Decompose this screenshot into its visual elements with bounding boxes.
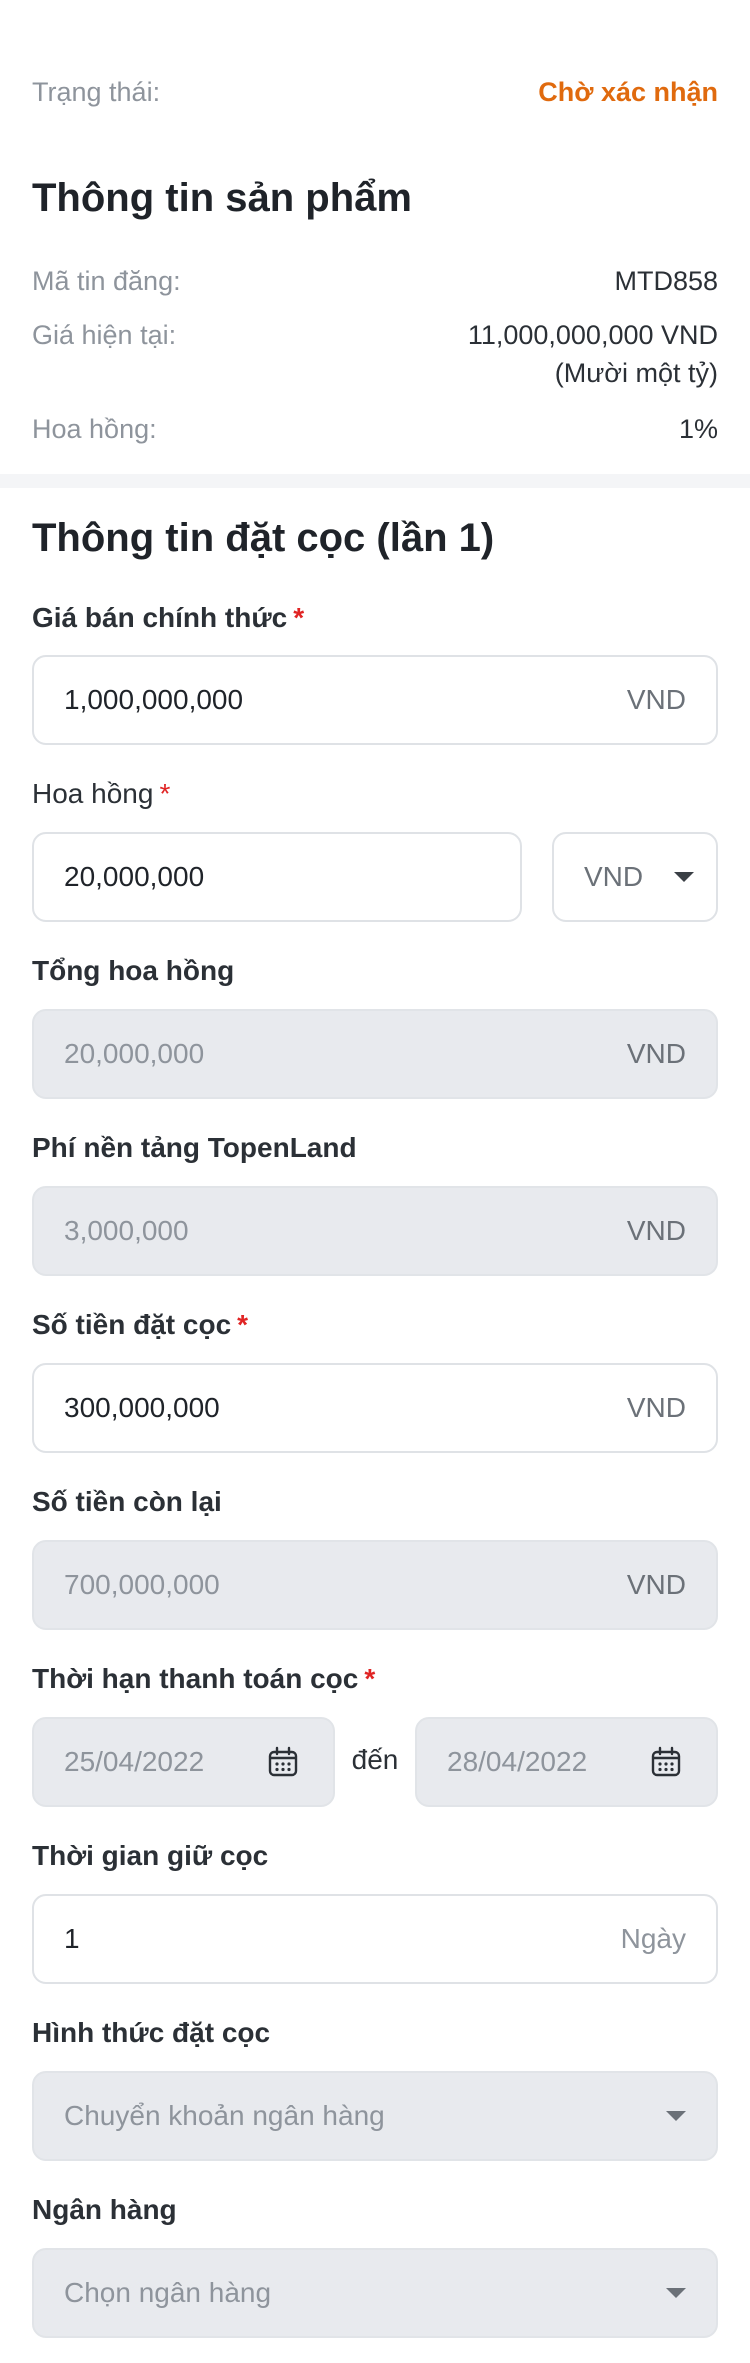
chevron-down-icon — [666, 2288, 686, 2298]
commission-input-value: 20,000,000 — [64, 861, 205, 892]
deposit-amount-unit: VND — [626, 1392, 686, 1423]
deadline-from-date[interactable]: 25/04/2022 — [32, 1717, 335, 1807]
total-commission-field: 20,000,000 VND — [32, 1009, 718, 1099]
commission-unit-value: VND — [584, 861, 644, 892]
chevron-down-icon — [674, 872, 694, 882]
chevron-down-icon — [666, 2111, 686, 2121]
total-commission-label: Tổng hoa hồng — [32, 955, 235, 986]
remaining-value: 700,000,000 — [64, 1569, 220, 1600]
current-price-number: 11,000,000,000 VND — [467, 320, 718, 350]
remaining-unit: VND — [626, 1569, 686, 1600]
listing-code-row: Mã tin đăng: MTD858 — [32, 262, 718, 300]
calendar-icon[interactable] — [267, 1746, 299, 1778]
deadline-to-date[interactable]: 28/04/2022 — [415, 1717, 718, 1807]
hold-time-unit: Ngày — [620, 1923, 686, 1954]
hold-time-label: Thời gian giữ cọc — [32, 1840, 269, 1871]
deposit-form-page: Trạng thái: Chờ xác nhận Thông tin sản p… — [0, 0, 750, 2363]
deposit-section-title: Thông tin đặt cọc (lần 1) — [32, 516, 495, 560]
current-price-label: Giá hiện tại: — [32, 320, 177, 350]
section-divider — [0, 474, 750, 488]
official-price-value: 1,000,000,000 — [64, 684, 244, 715]
commission-row: Hoa hồng: 1% — [32, 410, 718, 448]
bank-select[interactable]: Chọn ngân hàng — [32, 2248, 718, 2338]
commission-input-label: Hoa hồng * — [32, 778, 171, 809]
current-price-value: 11,000,000,000 VND (Mười một tỷ) — [468, 316, 718, 392]
required-mark: * — [364, 1663, 376, 1694]
deposit-amount-value: 300,000,000 — [64, 1392, 220, 1423]
platform-fee-field: 3,000,000 VND — [32, 1186, 718, 1276]
platform-fee-label: Phí nền tảng TopenLand — [32, 1132, 357, 1163]
hold-time-input[interactable]: 1 Ngày — [32, 1894, 718, 1984]
status-value: Chờ xác nhận — [538, 76, 718, 107]
official-price-input[interactable]: 1,000,000,000 VND — [32, 655, 718, 745]
payment-deadline-label: Thời hạn thanh toán cọc * — [32, 1663, 376, 1694]
deadline-to-value: 28/04/2022 — [447, 1746, 588, 1777]
listing-code-value: MTD858 — [614, 266, 718, 296]
commission-unit-select[interactable]: VND — [552, 832, 718, 922]
required-mark: * — [237, 1309, 249, 1340]
hold-time-value: 1 — [64, 1923, 80, 1954]
listing-code-label: Mã tin đăng: — [32, 266, 181, 296]
deposit-method-value: Chuyển khoản ngân hàng — [64, 2100, 385, 2131]
current-price-row: Giá hiện tại: 11,000,000,000 VND (Mười m… — [32, 316, 718, 392]
required-mark: * — [159, 778, 171, 809]
status-row: Trạng thái: Chờ xác nhận — [32, 70, 718, 114]
bank-placeholder: Chọn ngân hàng — [64, 2277, 272, 2308]
remaining-label: Số tiền còn lại — [32, 1486, 222, 1517]
commission-input[interactable]: 20,000,000 — [32, 832, 522, 922]
official-price-unit: VND — [626, 684, 686, 715]
product-section-title: Thông tin sản phẩm — [32, 176, 412, 220]
total-commission-value: 20,000,000 — [64, 1038, 205, 1069]
commission-value: 1% — [678, 414, 718, 444]
status-label: Trạng thái: — [32, 76, 161, 107]
deposit-method-label: Hình thức đặt cọc — [32, 2017, 271, 2048]
official-price-label: Giá bán chính thức * — [32, 602, 305, 633]
calendar-icon[interactable] — [650, 1746, 682, 1778]
commission-label: Hoa hồng: — [32, 414, 157, 444]
platform-fee-unit: VND — [626, 1215, 686, 1246]
deposit-amount-label: Số tiền đặt cọc * — [32, 1309, 249, 1340]
deposit-amount-input[interactable]: 300,000,000 VND — [32, 1363, 718, 1453]
required-mark: * — [293, 602, 305, 633]
total-commission-unit: VND — [626, 1038, 686, 1069]
date-range-separator: đến — [351, 1744, 399, 1775]
deposit-method-select[interactable]: Chuyển khoản ngân hàng — [32, 2071, 718, 2161]
current-price-words: (Mười một tỷ) — [554, 358, 718, 388]
bank-label: Ngân hàng — [32, 2194, 177, 2225]
platform-fee-value: 3,000,000 — [64, 1215, 189, 1246]
deadline-from-value: 25/04/2022 — [64, 1746, 205, 1777]
remaining-field: 700,000,000 VND — [32, 1540, 718, 1630]
